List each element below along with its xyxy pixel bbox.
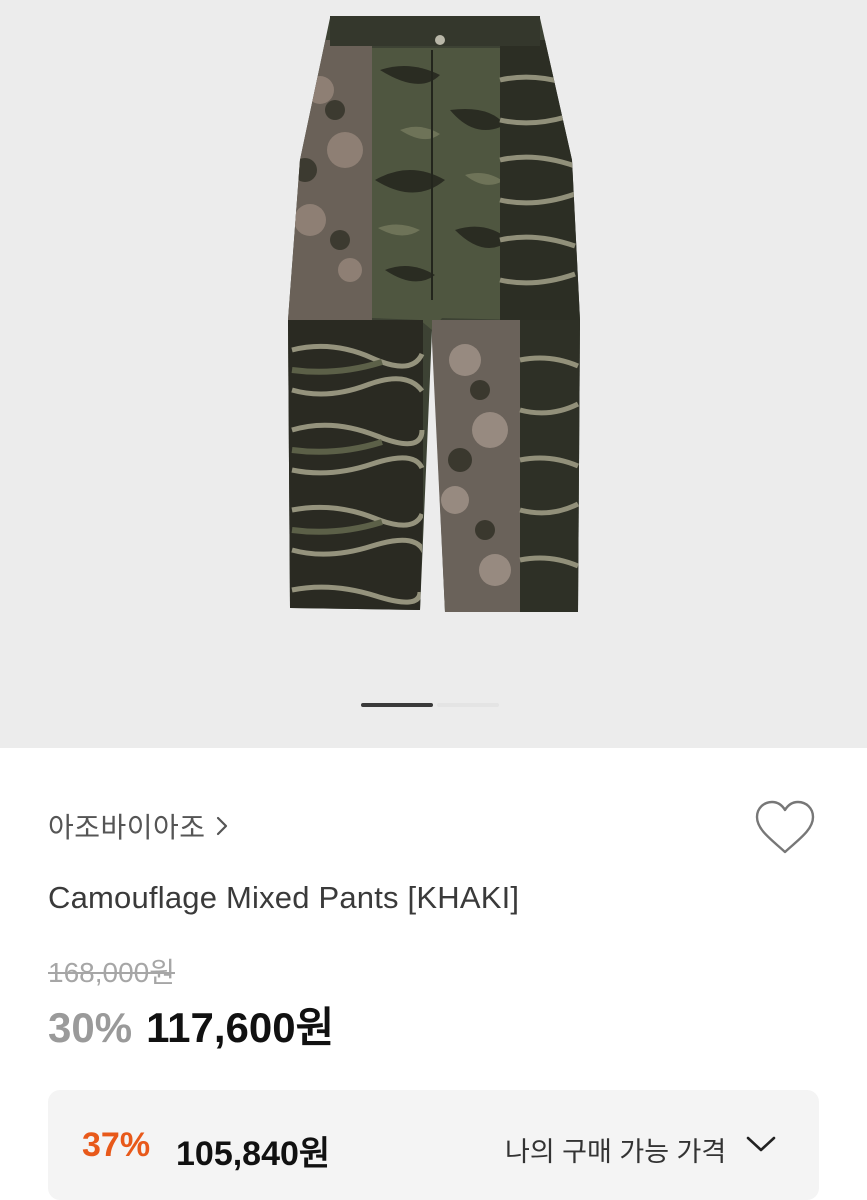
carousel-indicator <box>0 703 867 707</box>
chevron-down-icon[interactable] <box>744 1134 778 1154</box>
my-discount-rate: 37% <box>82 1126 151 1164</box>
heart-icon[interactable] <box>752 798 818 858</box>
brand-name: 아조바이아조 <box>48 812 206 843</box>
my-price-label: 나의 구매 가능 가격 <box>505 1137 727 1167</box>
discount-rate: 30% <box>48 1004 133 1051</box>
sale-price-row: 30% 117,600원 <box>48 994 334 1055</box>
carousel-indicator-active[interactable] <box>361 703 433 707</box>
sale-price: 117,600원 <box>146 1004 335 1051</box>
product-info: 아조바이아조 Camouflage Mixed Pants [KHAKI] 16… <box>0 748 867 1200</box>
my-price: 105,840원 <box>176 1135 331 1173</box>
carousel-indicator-inactive[interactable] <box>437 703 499 707</box>
my-price-dropdown[interactable]: 37% 105,840원 나의 구매 가능 가격 <box>48 1090 819 1200</box>
product-title: Camouflage Mixed Pants [KHAKI] <box>48 880 520 915</box>
brand-link[interactable]: 아조바이아조 <box>48 806 230 846</box>
original-price: 168,000원 <box>48 957 175 988</box>
product-image-carousel[interactable] <box>0 0 867 748</box>
chevron-right-icon <box>216 816 227 836</box>
product-image <box>288 16 580 612</box>
